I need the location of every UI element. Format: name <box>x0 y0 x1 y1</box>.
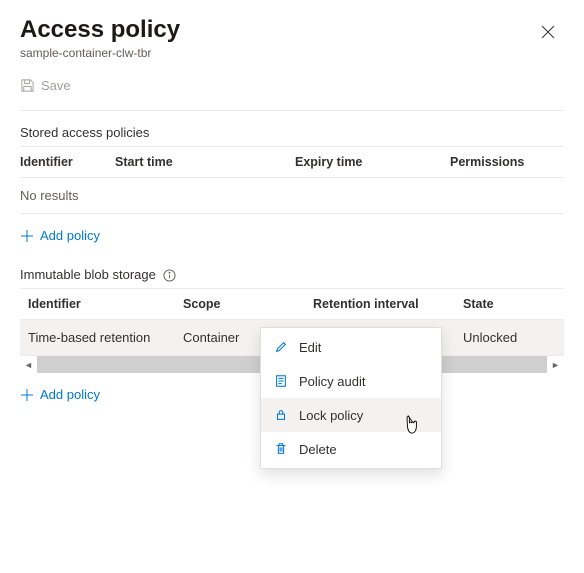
save-label: Save <box>41 78 71 93</box>
ctx-audit-label: Policy audit <box>299 374 365 389</box>
page-title: Access policy <box>20 16 180 44</box>
sap-table: Identifier Start time Expiry time Permis… <box>20 146 564 214</box>
ibs-col-retention: Retention interval <box>305 289 455 320</box>
ibs-add-label: Add policy <box>40 387 100 402</box>
ibs-add-policy-button[interactable]: Add policy <box>20 387 100 402</box>
edit-icon <box>273 339 289 355</box>
audit-icon <box>273 373 289 389</box>
plus-icon <box>20 388 34 402</box>
sap-add-label: Add policy <box>40 228 100 243</box>
lock-icon <box>273 407 289 423</box>
page-subtitle: sample-container-clw-tbr <box>20 46 180 60</box>
ibs-section-title-row: Immutable blob storage <box>20 267 564 282</box>
ctx-edit[interactable]: Edit <box>261 330 441 364</box>
scroll-right-icon[interactable]: ► <box>547 356 564 373</box>
sap-col-expiry-time: Expiry time <box>295 147 450 178</box>
ctx-lock-label: Lock policy <box>299 408 363 423</box>
sap-col-permissions: Permissions <box>450 147 564 178</box>
ctx-delete-label: Delete <box>299 442 337 457</box>
ibs-cell-state: Unlocked <box>455 320 564 356</box>
save-button: Save <box>20 78 71 93</box>
sap-col-identifier: Identifier <box>20 147 115 178</box>
sap-section-title: Stored access policies <box>20 125 564 140</box>
ibs-col-scope: Scope <box>175 289 305 320</box>
plus-icon <box>20 229 34 243</box>
sap-no-results-text: No results <box>20 178 564 214</box>
delete-icon <box>273 441 289 457</box>
sap-col-start-time: Start time <box>115 147 295 178</box>
sap-add-policy-button[interactable]: Add policy <box>20 228 100 243</box>
ibs-col-identifier: Identifier <box>20 289 175 320</box>
ibs-section-title: Immutable blob storage <box>20 267 156 282</box>
ctx-edit-label: Edit <box>299 340 321 355</box>
ibs-cell-identifier: Time-based retention <box>20 320 175 356</box>
close-icon <box>541 25 555 39</box>
ctx-delete[interactable]: Delete <box>261 432 441 466</box>
scroll-left-icon[interactable]: ◄ <box>20 356 37 373</box>
save-icon <box>20 78 35 93</box>
info-icon[interactable] <box>163 269 176 282</box>
context-menu: Edit Policy audit Lock policy Delete <box>260 327 442 469</box>
ctx-lock-policy[interactable]: Lock policy <box>261 398 441 432</box>
ibs-col-state: State <box>455 289 564 320</box>
close-button[interactable] <box>532 16 564 48</box>
ctx-policy-audit[interactable]: Policy audit <box>261 364 441 398</box>
sap-no-results-row: No results <box>20 178 564 214</box>
divider <box>20 110 564 111</box>
